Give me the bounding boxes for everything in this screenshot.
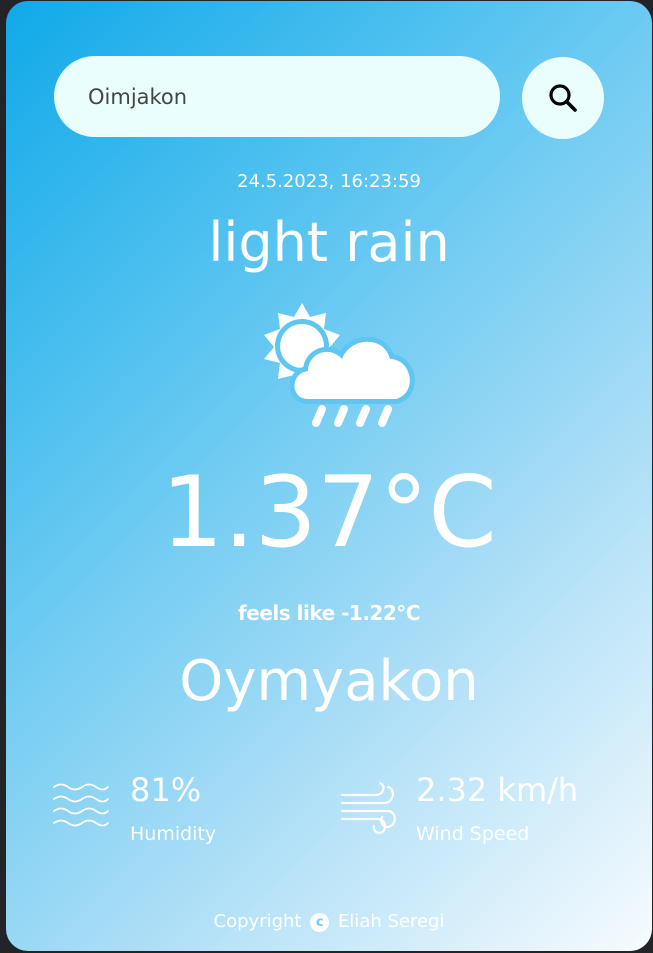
wind-label: Wind Speed [416, 823, 530, 845]
date-time: 24.5.2023, 16:23:59 [237, 171, 421, 192]
copyright-author: Eliah Seregi [337, 911, 445, 932]
wind-value: 2.32 km/h [416, 771, 579, 809]
search-button[interactable] [522, 57, 604, 139]
waves-icon [53, 783, 109, 827]
humidity-value: 81% [130, 771, 202, 809]
weather-card: 24.5.2023, 16:23:59 light rain 1.37°C fe… [6, 1, 652, 951]
search-input[interactable] [54, 56, 500, 137]
copyright-footer: Copyright c Eliah Seregi [6, 909, 652, 935]
wind-icon [340, 781, 396, 835]
humidity-label: Humidity [130, 823, 217, 845]
weather-description: light rain [208, 211, 450, 274]
feels-like: feels like -1.22°C [238, 601, 420, 625]
search-icon [549, 84, 577, 112]
copyright-icon: c [310, 913, 330, 932]
temperature: 1.37°C [161, 456, 497, 570]
city-name: Oymyakon [179, 649, 479, 714]
sun-cloud-rain-icon [264, 303, 415, 427]
copyright-prefix: Copyright [213, 911, 302, 932]
